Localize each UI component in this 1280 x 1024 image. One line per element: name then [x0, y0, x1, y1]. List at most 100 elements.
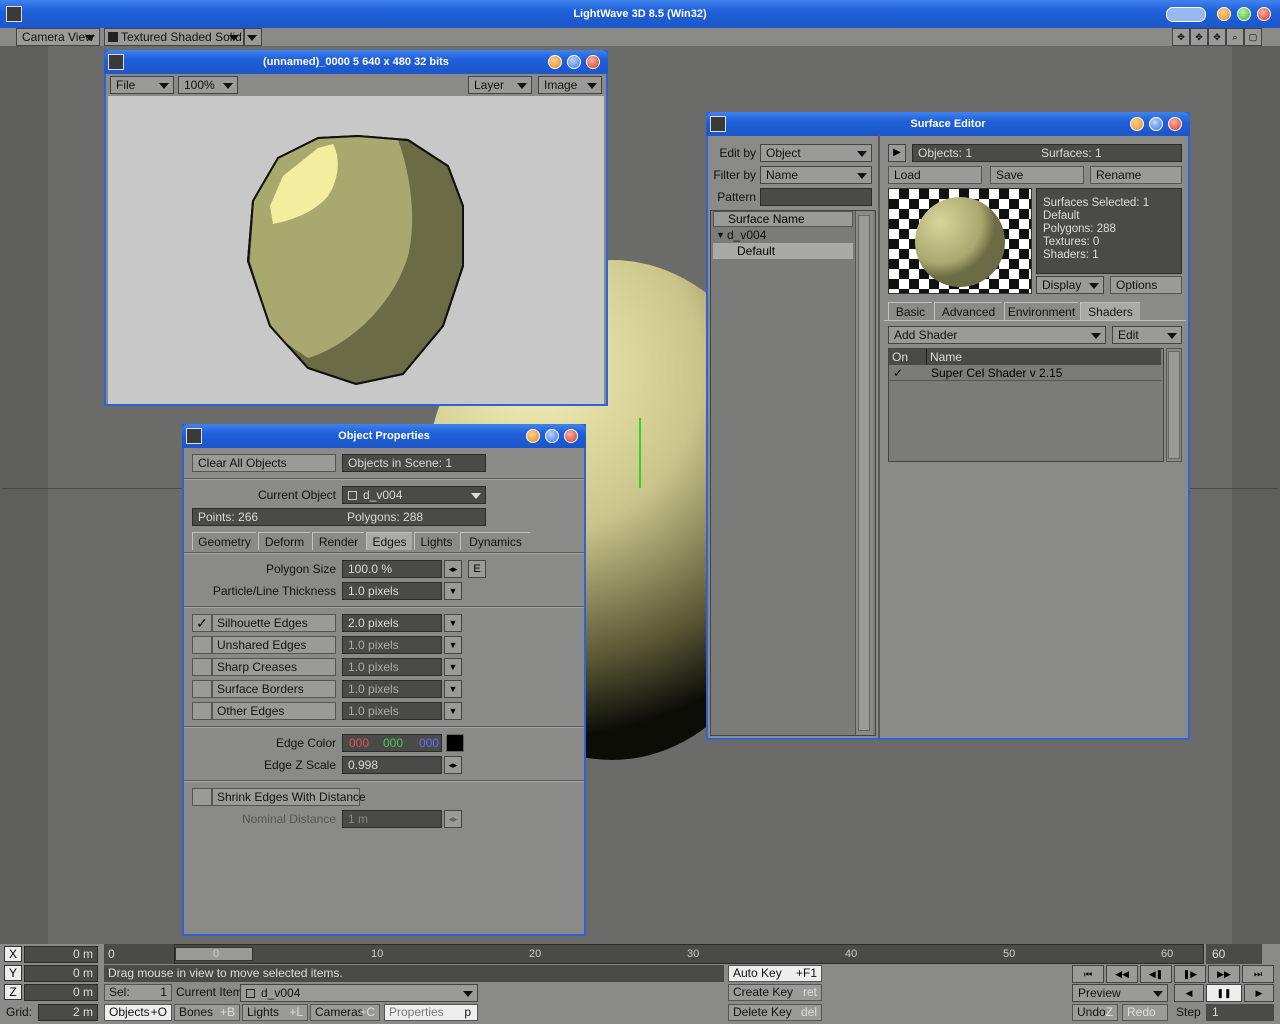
pan-view-icon[interactable]: ✥	[1208, 28, 1226, 46]
viewport-options-dropdown[interactable]	[244, 28, 262, 46]
objects-mode-button[interactable]: Objects +O	[104, 1004, 172, 1021]
edge-z-slider-icon[interactable]: ◂▸	[444, 756, 462, 774]
shader-row[interactable]: ✓ Super Cel Shader v 2.15	[889, 365, 1161, 381]
edge-checkbox-3[interactable]	[192, 680, 212, 698]
edge-label-2[interactable]: Sharp Creases	[212, 658, 336, 676]
rotate-view-icon[interactable]: ✥	[1190, 28, 1208, 46]
particle-thickness-field[interactable]: 1.0 pixels	[342, 582, 442, 600]
add-shader-dropdown[interactable]: Add Shader	[888, 326, 1106, 344]
move-view-icon[interactable]: ✥	[1172, 28, 1190, 46]
objprops-minimize-button[interactable]	[526, 429, 540, 443]
render-maximize-button[interactable]	[567, 55, 581, 69]
undo-button[interactable]: Undo Z	[1072, 1004, 1118, 1021]
restore-pill-button[interactable]	[1166, 7, 1206, 22]
objprops-maximize-button[interactable]	[545, 429, 559, 443]
lights-mode-button[interactable]: Lights +L	[242, 1004, 308, 1021]
x-axis-toggle[interactable]: X	[4, 946, 22, 962]
timeline-track[interactable]: 0 10 20 30 40 50 60	[174, 944, 1204, 964]
x-value[interactable]: 0 m	[24, 946, 98, 963]
edit-by-dropdown[interactable]: Object	[760, 144, 872, 162]
view-mode-dropdown[interactable]: Camera View	[16, 28, 100, 46]
tab-edges[interactable]: Edges	[366, 532, 412, 550]
nominal-distance-field[interactable]: 1 m	[342, 810, 442, 828]
pane-divider[interactable]	[878, 134, 880, 738]
pattern-input[interactable]	[760, 188, 872, 206]
pause-button[interactable]: ❚❚	[1206, 984, 1242, 1002]
display-dropdown[interactable]: Display	[1036, 276, 1104, 294]
se-minimize-button[interactable]	[1130, 117, 1144, 131]
edge-color-field[interactable]: 000 000 000	[342, 734, 442, 752]
edge-color-swatch[interactable]	[446, 734, 464, 752]
maximize-view-icon[interactable]: ▢	[1244, 28, 1262, 46]
cameras-mode-button[interactable]: Cameras +C	[310, 1004, 380, 1021]
edge-z-scale-field[interactable]: 0.998	[342, 756, 442, 774]
tree-surface-item[interactable]: Default	[713, 243, 853, 259]
current-item-dropdown[interactable]: d_v004	[240, 984, 478, 1002]
edge-thickness-dropdown-2[interactable]: ▼	[444, 658, 462, 676]
file-dropdown[interactable]: File	[110, 76, 174, 94]
shrink-edges-checkbox[interactable]	[192, 788, 212, 806]
surface-preview[interactable]	[888, 188, 1032, 294]
y-axis-handle[interactable]	[639, 418, 641, 488]
properties-button[interactable]: Properties p	[384, 1004, 478, 1021]
layer-dropdown[interactable]: Layer	[468, 76, 532, 94]
polygon-size-field[interactable]: 100.0 %	[342, 560, 442, 578]
tab-deform[interactable]: Deform	[258, 532, 310, 550]
transport-last-frame-button[interactable]: ⏭	[1242, 965, 1274, 983]
edge-thickness-dropdown-4[interactable]: ▼	[444, 702, 462, 720]
edge-thickness-dropdown-3[interactable]: ▼	[444, 680, 462, 698]
play-forward-button[interactable]: ▶	[1244, 984, 1274, 1002]
tab-geometry[interactable]: Geometry	[192, 532, 256, 550]
preview-dropdown[interactable]: Preview	[1072, 984, 1168, 1002]
edge-checkbox-4[interactable]	[192, 702, 212, 720]
tab-shaders[interactable]: Shaders	[1080, 302, 1140, 320]
se-maximize-button[interactable]	[1149, 117, 1163, 131]
polygon-size-slider-icon[interactable]: ◂▸	[444, 560, 462, 578]
edge-thickness-dropdown-1[interactable]: ▼	[444, 636, 462, 654]
play-reverse-button[interactable]: ◀	[1174, 984, 1204, 1002]
filter-by-dropdown[interactable]: Name	[760, 166, 872, 184]
edge-checkbox-1[interactable]	[192, 636, 212, 654]
se-close-button[interactable]	[1168, 117, 1182, 131]
timeline-end[interactable]: 60	[1206, 944, 1262, 964]
image-dropdown[interactable]: Image	[538, 76, 602, 94]
scroll-thumb[interactable]	[1168, 351, 1180, 459]
transport-first-frame-button[interactable]: ⏮	[1072, 965, 1104, 983]
clear-all-objects-button[interactable]: Clear All Objects	[192, 454, 336, 472]
edge-checkbox-2[interactable]	[192, 658, 212, 676]
grid-value[interactable]: 2 m	[38, 1004, 98, 1021]
rename-button[interactable]: Rename	[1090, 166, 1182, 184]
particle-thickness-dropdown[interactable]: ▼	[444, 582, 462, 600]
tab-render[interactable]: Render	[312, 532, 364, 550]
surface-list-scrollbar[interactable]	[855, 211, 873, 735]
edge-thickness-field-1[interactable]: 1.0 pixels	[342, 636, 442, 654]
transport-next-key-button[interactable]: ▶▶	[1208, 965, 1240, 983]
transport-prev-frame-button[interactable]: ◀❚	[1140, 965, 1172, 983]
edge-thickness-field-2[interactable]: 1.0 pixels	[342, 658, 442, 676]
edge-thickness-dropdown-0[interactable]: ▼	[444, 614, 462, 632]
edge-thickness-field-0[interactable]: 2.0 pixels	[342, 614, 442, 632]
tab-basic[interactable]: Basic	[888, 302, 932, 320]
zoom-view-icon[interactable]: ⌕	[1226, 28, 1244, 46]
objprops-close-button[interactable]	[564, 429, 578, 443]
envelope-e-button[interactable]: E	[468, 560, 486, 578]
surface-name-header[interactable]: Surface Name	[713, 211, 853, 227]
shader-list-scrollbar[interactable]	[1166, 348, 1182, 462]
transport-prev-key-button[interactable]: ◀◀	[1106, 965, 1138, 983]
edge-thickness-field-4[interactable]: 1.0 pixels	[342, 702, 442, 720]
edge-thickness-field-3[interactable]: 1.0 pixels	[342, 680, 442, 698]
render-minimize-button[interactable]	[548, 55, 562, 69]
auto-key-button[interactable]: Auto Key +F1	[728, 965, 822, 982]
play-preview-icon[interactable]: ▶	[888, 144, 906, 162]
y-value[interactable]: 0 m	[24, 965, 98, 982]
options-button[interactable]: Options	[1110, 276, 1182, 294]
load-button[interactable]: Load	[888, 166, 982, 184]
step-field[interactable]: 1	[1206, 1004, 1274, 1021]
tab-dynamics[interactable]: Dynamics	[460, 532, 530, 550]
edge-label-1[interactable]: Unshared Edges	[212, 636, 336, 654]
y-axis-toggle[interactable]: Y	[4, 965, 22, 981]
current-object-dropdown[interactable]: d_v004	[342, 486, 486, 504]
bones-mode-button[interactable]: Bones +B	[174, 1004, 240, 1021]
col-on-header[interactable]: On	[889, 349, 927, 365]
redo-button[interactable]: Redo	[1122, 1004, 1168, 1021]
